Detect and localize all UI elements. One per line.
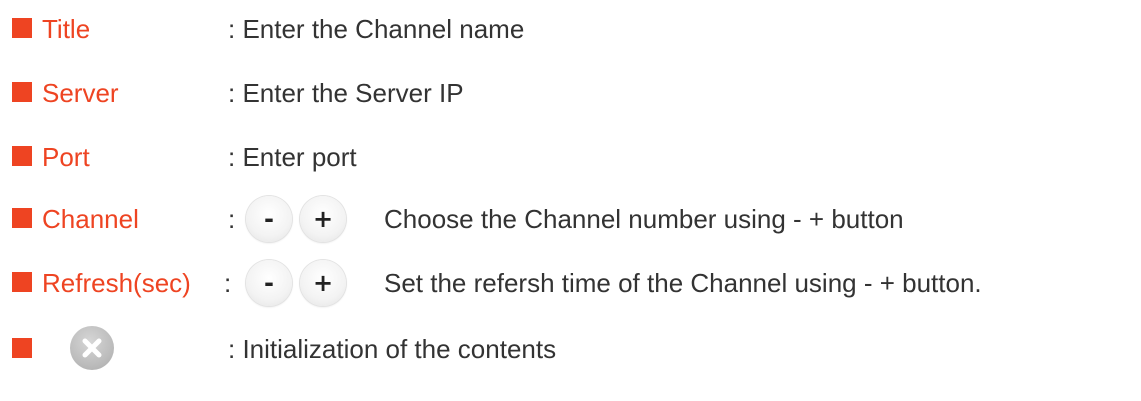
item-label: Port bbox=[42, 142, 90, 172]
item-description: Set the refersh time of the Channel usin… bbox=[384, 268, 982, 298]
item-label: Server bbox=[42, 78, 119, 108]
channel-minus-button[interactable]: - bbox=[246, 196, 292, 242]
bullet-square bbox=[12, 272, 32, 292]
item-colon: : bbox=[228, 204, 236, 234]
refresh-plus-button[interactable]: + bbox=[300, 260, 346, 306]
list-item-refresh: Refresh(sec) : - + Set the refersh time … bbox=[0, 260, 1141, 306]
list-item-channel: Channel : - + Choose the Channel number … bbox=[0, 196, 1141, 242]
channel-plus-button[interactable]: + bbox=[300, 196, 346, 242]
bullet-square bbox=[12, 338, 32, 358]
item-description: : Initialization of the contents bbox=[228, 334, 557, 364]
bullet-square bbox=[12, 18, 32, 38]
refresh-minus-button[interactable]: - bbox=[246, 260, 292, 306]
item-description: : Enter the Server IP bbox=[228, 78, 464, 108]
item-label: Channel bbox=[42, 204, 139, 234]
close-icon-glyph bbox=[82, 338, 102, 358]
plus-icon: + bbox=[312, 269, 334, 297]
minus-icon: - bbox=[264, 269, 274, 297]
plus-icon: + bbox=[312, 205, 334, 233]
item-description: Choose the Channel number using - + butt… bbox=[384, 204, 904, 234]
item-description: : Enter port bbox=[228, 142, 357, 172]
item-label: Refresh(sec) bbox=[42, 268, 191, 298]
bullet-square bbox=[12, 146, 32, 166]
list-item-title: Title : Enter the Channel name bbox=[0, 8, 1141, 52]
list-item-server: Server : Enter the Server IP bbox=[0, 72, 1141, 116]
list-item-port: Port : Enter port bbox=[0, 136, 1141, 180]
minus-icon: - bbox=[264, 205, 274, 233]
bullet-square bbox=[12, 208, 32, 228]
close-icon[interactable] bbox=[70, 326, 114, 370]
list-item-reset: : Initialization of the contents bbox=[0, 326, 1141, 372]
bullet-square bbox=[12, 82, 32, 102]
item-description: : Enter the Channel name bbox=[228, 14, 525, 44]
item-colon: : bbox=[224, 268, 232, 298]
item-label: Title bbox=[42, 14, 91, 44]
